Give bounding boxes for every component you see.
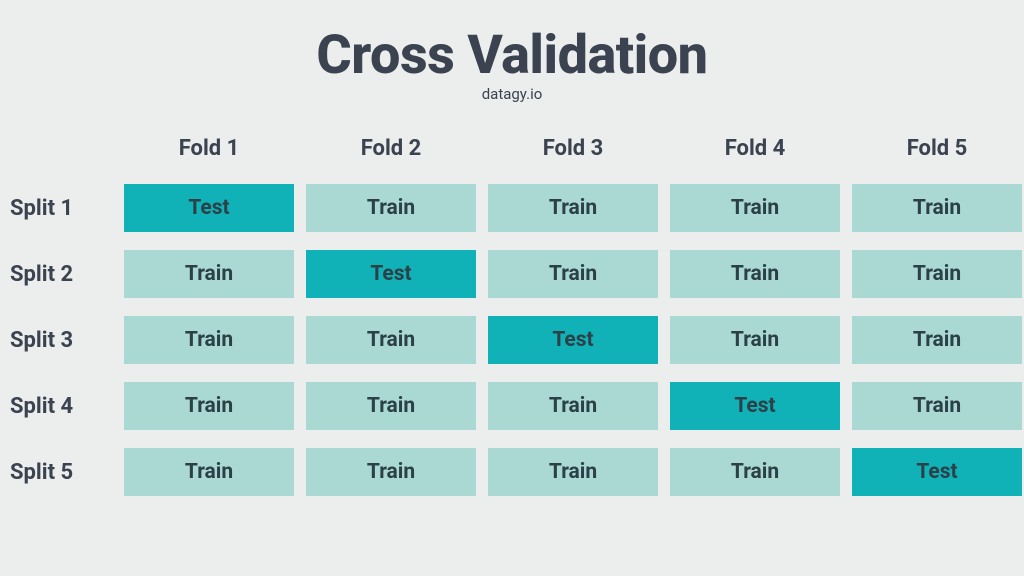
cross-validation-grid: Fold 1 Fold 2 Fold 3 Fold 4 Fold 5 Split… xyxy=(2,123,1022,503)
fold-cell-test: Test xyxy=(852,448,1022,496)
fold-cell-train: Train xyxy=(488,184,658,232)
fold-cell-test: Test xyxy=(488,316,658,364)
row-label: Split 3 xyxy=(2,328,73,353)
fold-cell-train: Train xyxy=(124,382,294,430)
column-header: Fold 2 xyxy=(361,136,422,161)
fold-cell-train: Train xyxy=(488,382,658,430)
fold-cell-train: Train xyxy=(488,448,658,496)
fold-cell-train: Train xyxy=(306,316,476,364)
page-subtitle: datagy.io xyxy=(482,85,543,103)
fold-cell-test: Test xyxy=(124,184,294,232)
fold-cell-test: Test xyxy=(670,382,840,430)
fold-cell-train: Train xyxy=(852,316,1022,364)
fold-cell-train: Train xyxy=(852,184,1022,232)
fold-cell-train: Train xyxy=(670,250,840,298)
fold-cell-train: Train xyxy=(670,184,840,232)
fold-cell-test: Test xyxy=(306,250,476,298)
fold-cell-train: Train xyxy=(488,250,658,298)
fold-cell-train: Train xyxy=(306,184,476,232)
page-title: Cross Validation xyxy=(316,24,707,87)
fold-cell-train: Train xyxy=(670,316,840,364)
row-label: Split 2 xyxy=(2,262,73,287)
fold-cell-train: Train xyxy=(124,448,294,496)
fold-cell-train: Train xyxy=(124,316,294,364)
fold-cell-train: Train xyxy=(852,250,1022,298)
column-header: Fold 4 xyxy=(725,136,786,161)
row-label: Split 4 xyxy=(2,394,73,419)
row-label: Split 1 xyxy=(2,196,73,221)
fold-cell-train: Train xyxy=(124,250,294,298)
fold-cell-train: Train xyxy=(852,382,1022,430)
fold-cell-train: Train xyxy=(670,448,840,496)
row-label: Split 5 xyxy=(2,460,73,485)
column-header: Fold 5 xyxy=(907,136,968,161)
fold-cell-train: Train xyxy=(306,448,476,496)
column-header: Fold 3 xyxy=(543,136,604,161)
fold-cell-train: Train xyxy=(306,382,476,430)
column-header: Fold 1 xyxy=(179,136,240,161)
